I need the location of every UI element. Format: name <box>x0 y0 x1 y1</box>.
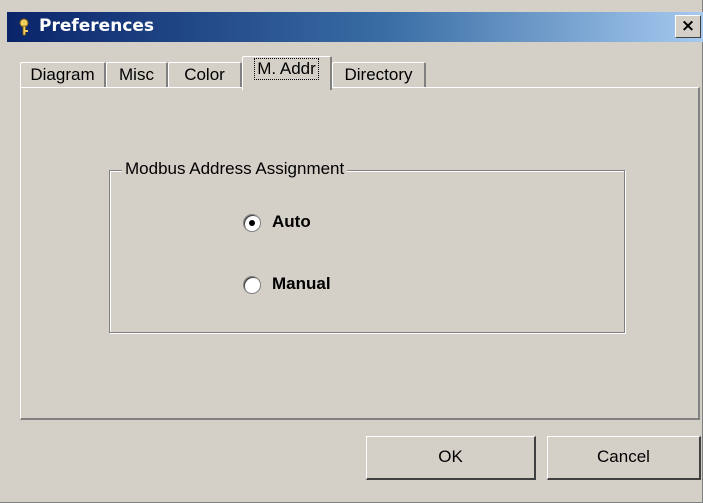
preferences-dialog: Preferences × Diagram Misc Color M. Addr… <box>0 0 703 503</box>
groupbox-label: Modbus Address Assignment <box>122 159 348 179</box>
tab-misc[interactable]: Misc <box>106 62 168 88</box>
radio-button[interactable] <box>243 276 261 294</box>
radio-manual-label[interactable]: Manual <box>272 274 331 294</box>
tab-label: Misc <box>119 65 154 84</box>
tab-m-addr[interactable]: M. Addr <box>242 56 332 90</box>
tab-color[interactable]: Color <box>168 62 242 88</box>
key-icon <box>19 18 29 36</box>
modbus-address-groupbox: Modbus Address Assignment Auto Manual <box>109 159 625 333</box>
title-bar[interactable]: Preferences × <box>7 12 703 42</box>
ok-button[interactable]: OK <box>366 436 536 480</box>
tab-label: Color <box>184 65 225 84</box>
close-icon: × <box>680 16 696 36</box>
cancel-button[interactable]: Cancel <box>547 436 701 480</box>
tab-diagram[interactable]: Diagram <box>20 62 106 88</box>
radio-auto-label[interactable]: Auto <box>272 212 311 232</box>
radio-selected-dot <box>249 220 255 226</box>
ok-button-label: OK <box>438 447 463 466</box>
tab-strip: Diagram Misc Color M. Addr Directory <box>20 56 700 90</box>
tab-panel-m-addr: Modbus Address Assignment Auto Manual <box>20 87 700 420</box>
cancel-button-label: Cancel <box>597 447 650 466</box>
tab-label: M. Addr <box>254 58 319 80</box>
radio-button[interactable] <box>243 214 261 232</box>
window-title: Preferences <box>39 16 155 36</box>
tab-label: Directory <box>344 65 413 84</box>
tab-directory[interactable]: Directory <box>332 62 426 88</box>
close-button[interactable]: × <box>675 15 701 38</box>
tab-label: Diagram <box>30 65 95 84</box>
